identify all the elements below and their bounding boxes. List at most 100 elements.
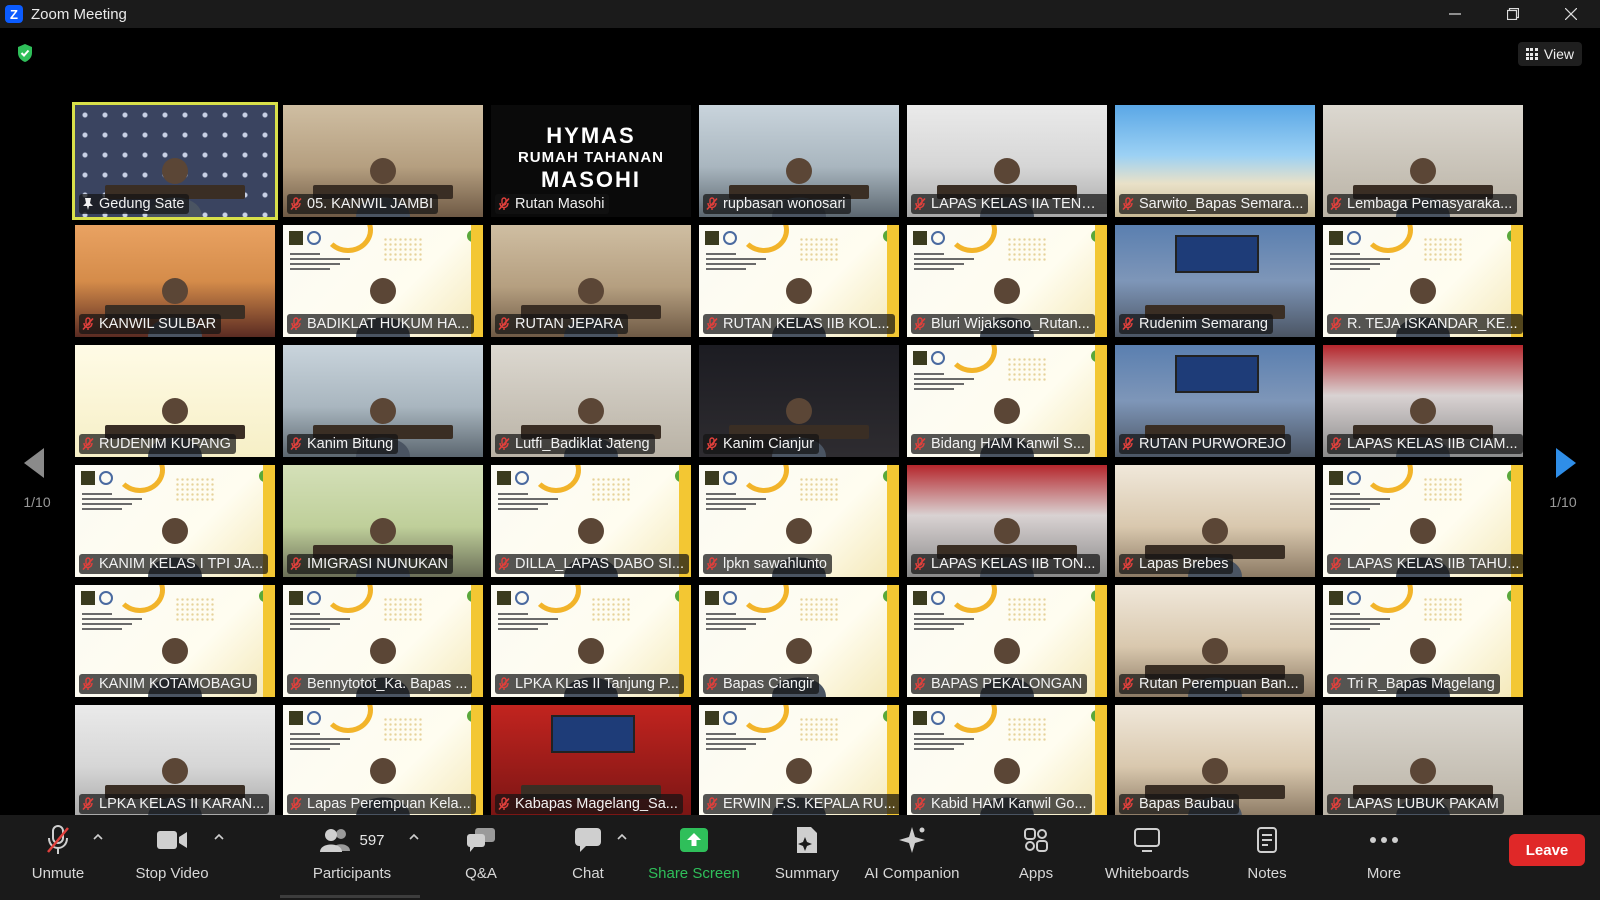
muted-mic-icon [1122, 677, 1134, 691]
participant-tile[interactable]: RUDENIM KUPANG [75, 345, 275, 457]
participant-tile[interactable]: LPKA KELAS II KARAN... [75, 705, 275, 817]
participant-tile[interactable]: Tri R_Bapas Magelang [1323, 585, 1523, 697]
participant-tile[interactable]: rupbasan wonosari [699, 105, 899, 217]
participant-tile[interactable]: Rutan Perempuan Ban... [1115, 585, 1315, 697]
participant-tile[interactable]: R. TEJA ISKANDAR_KE... [1323, 225, 1523, 337]
participant-tile[interactable]: lpkn sawahlunto [699, 465, 899, 577]
muted-mic-icon [1122, 557, 1134, 571]
participant-tile[interactable]: Lutfi_Badiklat Jateng [491, 345, 691, 457]
participant-tile[interactable]: KANIM KOTAMOBAGU [75, 585, 275, 697]
participant-tile[interactable]: DILLA_LAPAS DABO SI... [491, 465, 691, 577]
window-title: Zoom Meeting [31, 5, 127, 23]
participant-tile[interactable]: RUTAN KELAS IIB KOL... [699, 225, 899, 337]
minimize-button[interactable] [1426, 0, 1484, 28]
participant-tile[interactable]: RUTAN PURWOREJO [1115, 345, 1315, 457]
more-button[interactable]: More [1361, 815, 1407, 900]
muted-mic-icon [1330, 197, 1342, 211]
participant-tile[interactable]: Lapas Perempuan Kela... [283, 705, 483, 817]
participant-nameplate: Kabapas Magelang_Sa... [495, 794, 683, 814]
participant-nameplate: Bluri Wijaksono_Rutan... [911, 314, 1095, 334]
participant-nameplate: LAPAS KELAS IIA TENG... [911, 194, 1107, 214]
stop-video-button[interactable]: Stop Video [132, 815, 212, 900]
participant-nameplate: Gedung Sate [79, 194, 190, 214]
participant-tile[interactable]: BADIKLAT HUKUM HA... [283, 225, 483, 337]
participant-tile[interactable]: ERWIN F.S. KEPALA RU... [699, 705, 899, 817]
participant-tile[interactable]: Lembaga Pemasyaraka... [1323, 105, 1523, 217]
muted-mic-icon [498, 557, 510, 571]
participant-tile[interactable]: Kabapas Magelang_Sa... [491, 705, 691, 817]
participant-tile[interactable]: Bapas Ciangir [699, 585, 899, 697]
participant-name: Rutan Masohi [515, 196, 605, 212]
participant-tile[interactable]: Bennytotot_Ka. Bapas ... [283, 585, 483, 697]
participant-tile[interactable]: LPKA KLas II Tanjung P... [491, 585, 691, 697]
restore-button[interactable] [1484, 0, 1542, 28]
participant-tile[interactable]: RUTAN JEPARA [491, 225, 691, 337]
participant-tile[interactable]: KANWIL SULBAR [75, 225, 275, 337]
participant-tile[interactable]: LAPAS KELAS IIB TON... [907, 465, 1107, 577]
previous-page-arrow-icon[interactable] [22, 446, 46, 480]
view-label: View [1543, 46, 1574, 62]
apps-icon [1023, 823, 1049, 857]
participant-nameplate: LAPAS LUBUK PAKAM [1327, 794, 1504, 814]
participant-nameplate: Bapas Baubau [1119, 794, 1240, 814]
participant-tile[interactable]: IMIGRASI NUNUKAN [283, 465, 483, 577]
muted-mic-icon [290, 677, 302, 691]
participant-tile[interactable]: 05. KANWIL JAMBI [283, 105, 483, 217]
participants-button[interactable]: 597 Participants [304, 815, 400, 900]
participant-name: LAPAS KELAS IIB TON... [931, 556, 1096, 572]
participant-tile[interactable]: LAPAS KELAS IIB CIAM... [1323, 345, 1523, 457]
notes-button[interactable]: Notes [1244, 815, 1290, 900]
participant-tile[interactable]: Bapas Baubau [1115, 705, 1315, 817]
participant-nameplate: R. TEJA ISKANDAR_KE... [1327, 314, 1523, 334]
participant-tile[interactable]: Kabid HAM Kanwil Go... [907, 705, 1107, 817]
apps-button[interactable]: Apps [1016, 815, 1056, 900]
participant-name: BADIKLAT HUKUM HA... [307, 316, 470, 332]
participant-name: KANWIL SULBAR [99, 316, 217, 332]
participant-nameplate: KANIM KOTAMOBAGU [79, 674, 257, 694]
video-options-caret-icon[interactable] [214, 833, 224, 841]
video-camera-icon [155, 823, 189, 857]
participant-nameplate: KANWIL SULBAR [79, 314, 222, 334]
participant-tile[interactable]: Gedung Sate [72, 102, 278, 220]
whiteboards-button[interactable]: Whiteboards [1102, 815, 1192, 900]
share-screen-button[interactable]: Share Screen [648, 815, 740, 900]
participant-nameplate: RUTAN PURWOREJO [1119, 434, 1291, 454]
participant-tile[interactable]: Kanim Bitung [283, 345, 483, 457]
chat-button[interactable]: Chat [563, 815, 613, 900]
participant-tile[interactable]: KANIM KELAS I TPI JA... [75, 465, 275, 577]
participant-tile[interactable]: Kanim Cianjur [699, 345, 899, 457]
participant-nameplate: lpkn sawahlunto [703, 554, 832, 574]
encryption-shield-icon[interactable] [16, 43, 34, 63]
participant-name: Kabid HAM Kanwil Go... [931, 796, 1087, 812]
participant-tile[interactable]: LAPAS KELAS IIB TAHU... [1323, 465, 1523, 577]
summary-button[interactable]: Summary [772, 815, 842, 900]
participant-name: R. TEJA ISKANDAR_KE... [1347, 316, 1518, 332]
participant-name: Rutan Perempuan Ban... [1139, 676, 1299, 692]
participant-name: Bluri Wijaksono_Rutan... [931, 316, 1090, 332]
leave-button[interactable]: Leave [1509, 834, 1585, 866]
participant-tile[interactable]: Sarwito_Bapas Semara... [1115, 105, 1315, 217]
qa-button[interactable]: Q&A [456, 815, 506, 900]
view-button[interactable]: View [1517, 42, 1582, 66]
participant-nameplate: LAPAS KELAS IIB CIAM... [1327, 434, 1523, 454]
ai-companion-button[interactable]: AI Companion [862, 815, 962, 900]
participant-name: Bennytotot_Ka. Bapas ... [307, 676, 468, 692]
close-button[interactable] [1542, 0, 1600, 28]
participant-tile[interactable]: HYMAS RUMAH TAHANAN MASOHI Rutan Masohi [491, 105, 691, 217]
participant-tile[interactable]: Bidang HAM Kanwil S... [907, 345, 1107, 457]
participants-options-caret-icon[interactable] [409, 833, 419, 841]
participant-tile[interactable]: Rudenim Semarang [1115, 225, 1315, 337]
muted-mic-icon [706, 197, 718, 211]
participant-tile[interactable]: LAPAS KELAS IIA TENG... [907, 105, 1107, 217]
participant-tile[interactable]: Bluri Wijaksono_Rutan... [907, 225, 1107, 337]
participant-nameplate: 05. KANWIL JAMBI [287, 194, 438, 214]
next-page-arrow-icon[interactable] [1554, 446, 1578, 480]
muted-mic-icon [914, 797, 926, 811]
unmute-button[interactable]: Unmute [28, 815, 88, 900]
participant-tile[interactable]: Lapas Brebes [1115, 465, 1315, 577]
participant-nameplate: BAPAS PEKALONGAN [911, 674, 1088, 694]
participant-tile[interactable]: BAPAS PEKALONGAN [907, 585, 1107, 697]
chat-options-caret-icon[interactable] [617, 833, 627, 841]
participant-tile[interactable]: LAPAS LUBUK PAKAM [1323, 705, 1523, 817]
audio-options-caret-icon[interactable] [93, 833, 103, 841]
